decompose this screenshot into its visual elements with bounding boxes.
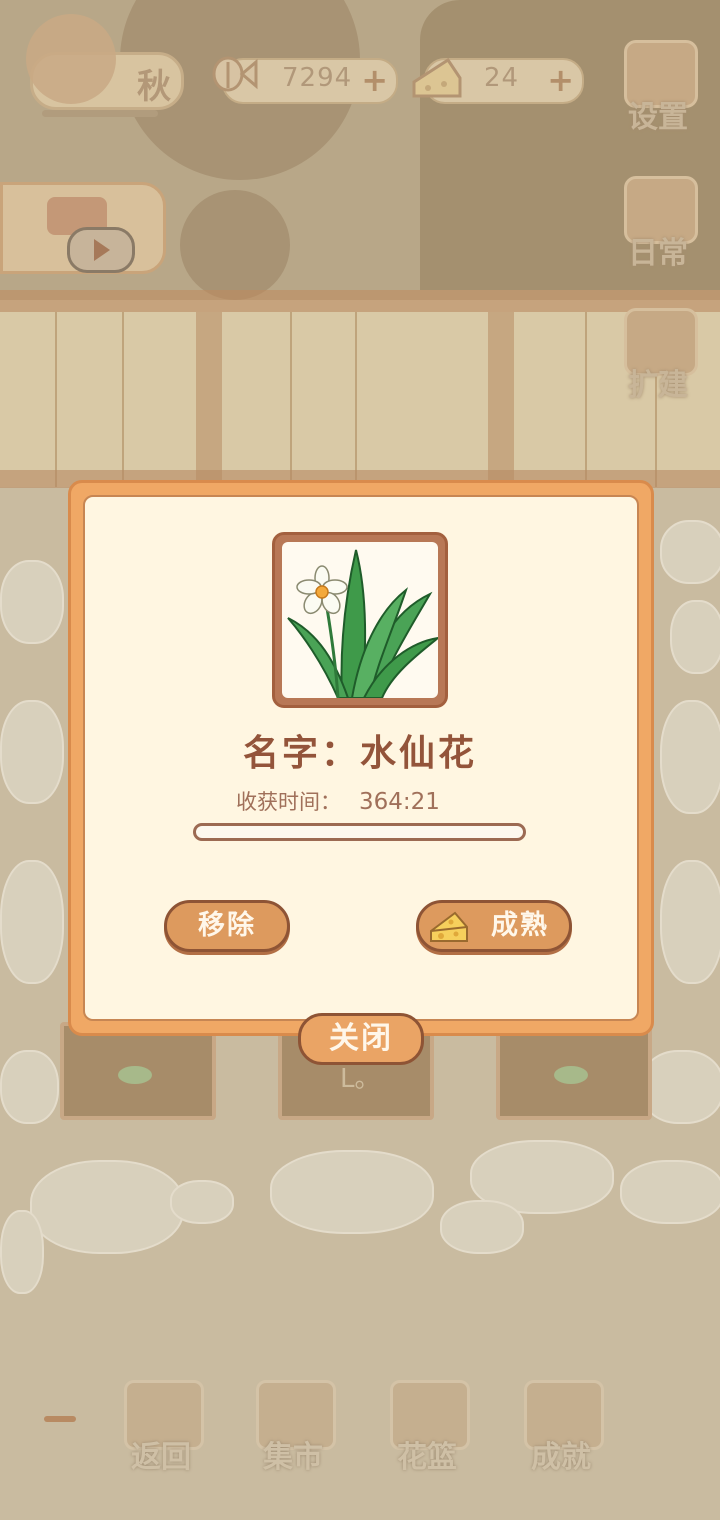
stepping-stone [170, 1180, 234, 1224]
nav-basket-button[interactable]: 花篮 [382, 1380, 472, 1480]
sprout-icon [554, 1066, 588, 1084]
stepping-stone [0, 560, 64, 644]
nav-collapse-handle[interactable] [44, 1416, 76, 1422]
settings-button[interactable]: 设置 [620, 40, 698, 140]
stepping-stone [620, 1160, 720, 1224]
add-cheese-button[interactable]: + [547, 63, 574, 97]
nav-market-label: 集市 [263, 1440, 323, 1475]
sprout-icon [118, 1066, 152, 1084]
stepping-stone [670, 600, 720, 674]
season-progress-bar [42, 110, 158, 117]
settings-label: 设置 [628, 100, 688, 135]
add-fish-button[interactable]: + [361, 63, 388, 97]
cheese-icon [430, 911, 468, 942]
nav-market-button[interactable]: 集市 [248, 1380, 338, 1480]
nav-achievement-label: 成就 [531, 1440, 591, 1475]
harvest-time-value: 364:21 [359, 789, 440, 815]
daily-label: 日常 [628, 236, 688, 271]
plant-image-frame [272, 532, 448, 708]
stepping-stone [0, 700, 64, 804]
remove-button[interactable]: 移除 [164, 900, 290, 952]
stepping-stone [30, 1160, 184, 1254]
play-icon [67, 227, 135, 273]
close-button[interactable]: 关闭 [298, 1013, 424, 1065]
fish-bone-icon [212, 56, 258, 92]
growth-progress-bar [193, 823, 526, 841]
plant-image [282, 542, 438, 698]
daffodil-icon [287, 549, 438, 698]
daily-button[interactable]: 日常 [620, 176, 698, 276]
stepping-stone [440, 1200, 524, 1254]
stepping-stone [640, 1050, 720, 1124]
cheese-icon [412, 57, 462, 98]
expand-button[interactable]: 扩建 [620, 308, 698, 408]
mature-button[interactable]: 成熟 [416, 900, 572, 952]
harvest-time-label: 收获时间： [236, 790, 341, 814]
nav-back-label: 返回 [131, 1440, 191, 1475]
daffodil-flower [296, 565, 348, 615]
nav-basket-label: 花篮 [397, 1440, 457, 1475]
fish-count: 7294 [282, 63, 353, 93]
fence [0, 312, 720, 487]
nav-achievement-button[interactable]: 成就 [516, 1380, 606, 1480]
stepping-stone [0, 860, 64, 984]
garden-plot[interactable] [496, 1022, 652, 1120]
season-label: 秋 [137, 67, 171, 107]
background-bush [180, 190, 290, 300]
stepping-stone [0, 1210, 44, 1294]
garden-plot[interactable] [60, 1022, 216, 1120]
harvest-time-row: 收获时间： 364:21 [236, 786, 440, 816]
plant-name: 名字：水仙花 [242, 733, 477, 774]
watering-video-button[interactable] [0, 182, 166, 274]
cheese-count: 24 [484, 63, 520, 93]
season-tree-icon [26, 14, 116, 104]
stepping-stone [660, 700, 720, 814]
stepping-stone [0, 1050, 59, 1124]
stepping-stone [660, 860, 720, 984]
expand-label: 扩建 [628, 368, 688, 403]
fence-rail [0, 290, 720, 312]
stepping-stone [660, 520, 720, 584]
mature-label: 成熟 [491, 910, 549, 941]
stepping-stone [270, 1150, 434, 1234]
nav-back-button[interactable]: 返回 [116, 1380, 206, 1480]
